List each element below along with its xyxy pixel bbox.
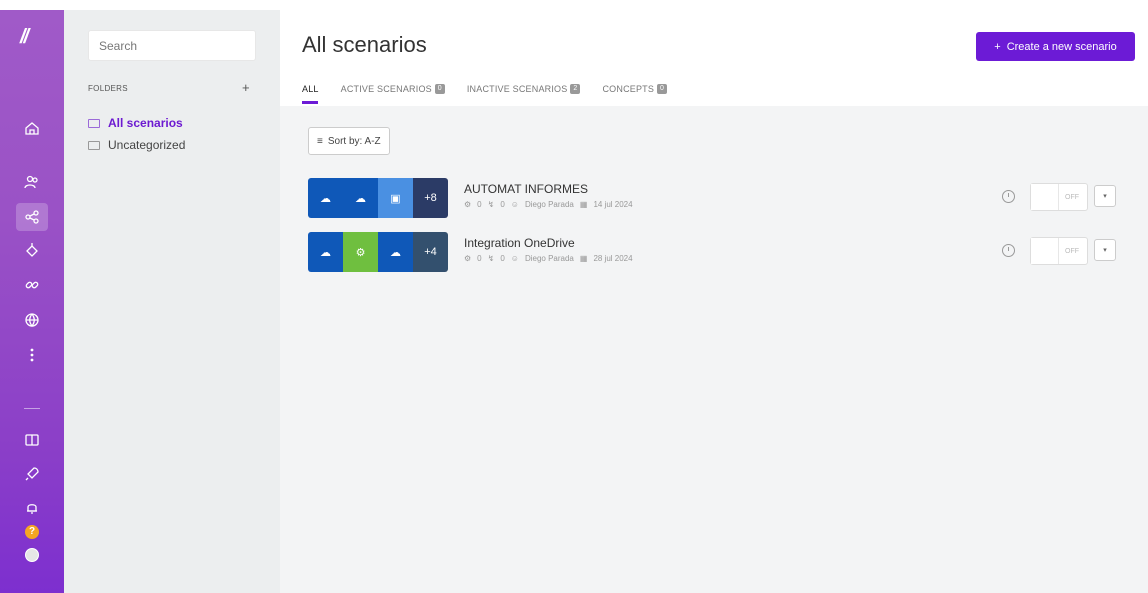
toggle-knob <box>1031 238 1059 264</box>
folder-item-all-scenarios[interactable]: All scenarios <box>88 116 183 130</box>
toggle-state: OFF <box>1065 193 1079 201</box>
operations-count: 0 <box>477 254 482 263</box>
tab-label: ACTIVE SCENARIOS <box>340 84 432 94</box>
docs-book-icon[interactable] <box>16 426 48 454</box>
transfer-count: 0 <box>500 254 505 263</box>
home-icon[interactable] <box>16 114 48 142</box>
onedrive-icon: ☁ <box>308 232 343 272</box>
chevron-down-icon: ▾ <box>1103 247 1107 254</box>
more-apps-count: +8 <box>413 178 448 218</box>
tools-gear-icon: ⚙ <box>343 232 378 272</box>
nav-rail: // ? <box>0 10 64 593</box>
scenarios-icon[interactable] <box>16 203 48 231</box>
more-apps-count: +4 <box>413 232 448 272</box>
folder-icon <box>88 140 100 150</box>
rail-divider <box>24 408 40 409</box>
page-title: All scenarios <box>302 32 427 57</box>
connections-icon[interactable] <box>16 271 48 299</box>
folder-label: All scenarios <box>108 116 183 130</box>
help-icon[interactable]: ? <box>25 525 39 539</box>
operations-count: 0 <box>477 200 482 209</box>
sort-button[interactable]: ≡ Sort by: A-Z <box>308 127 390 155</box>
bell-icon[interactable] <box>16 494 48 522</box>
team-icon[interactable] <box>16 168 48 196</box>
webhooks-icon[interactable] <box>16 306 48 334</box>
app-frame: // ? Search FOLDERS + All scenarios Unca… <box>0 10 1148 593</box>
scenario-meta: ⚙ 0 ↯ 0 ☺ Diego Parada ▦ 14 jul 2024 <box>464 200 633 209</box>
sort-icon: ≡ <box>317 135 323 147</box>
user-icon: ☺ <box>510 200 519 209</box>
scenario-date: 14 jul 2024 <box>593 200 633 209</box>
folder-open-icon <box>88 118 100 128</box>
calendar-icon: ▦ <box>579 254 588 263</box>
tab-label: ALL <box>302 84 319 94</box>
scenario-app-icons: ☁ ⚙ ☁ +4 <box>308 232 448 272</box>
folder-item-uncategorized[interactable]: Uncategorized <box>88 138 185 152</box>
scenario-options-button[interactable]: ▾ <box>1094 185 1116 207</box>
google-docs-icon: ▣ <box>378 178 413 218</box>
main-content: All scenarios + Create a new scenario AL… <box>280 10 1148 593</box>
tab-concepts[interactable]: CONCEPTS 0 <box>602 84 668 104</box>
scenario-tabs: ALL ACTIVE SCENARIOS 0 INACTIVE SCENARIO… <box>302 84 668 104</box>
create-scenario-button[interactable]: + Create a new scenario <box>976 32 1135 61</box>
folders-panel: Search FOLDERS + All scenarios Uncategor… <box>64 10 280 593</box>
onedrive-icon: ☁ <box>308 178 343 218</box>
folders-header: FOLDERS <box>88 84 128 93</box>
onedrive-icon: ☁ <box>343 178 378 218</box>
tab-label: INACTIVE SCENARIOS <box>466 84 568 94</box>
rocket-icon[interactable] <box>16 460 48 488</box>
toggle-knob <box>1031 184 1059 210</box>
tab-inactive-scenarios[interactable]: INACTIVE SCENARIOS 2 <box>467 84 581 104</box>
user-icon: ☺ <box>510 254 519 263</box>
scenario-meta: ⚙ 0 ↯ 0 ☺ Diego Parada ▦ 28 jul 2024 <box>464 254 633 263</box>
calendar-icon: ▦ <box>579 200 588 209</box>
scenario-app-icons: ☁ ☁ ▣ +8 <box>308 178 448 218</box>
transfer-count: 0 <box>500 200 505 209</box>
more-vertical-icon[interactable] <box>16 341 48 369</box>
search-input[interactable]: Search <box>88 30 256 61</box>
transfer-icon: ↯ <box>487 200 495 209</box>
tab-count-badge: 2 <box>570 84 581 94</box>
scenario-options-button[interactable]: ▾ <box>1094 239 1116 261</box>
scenario-name[interactable]: Integration OneDrive <box>464 236 575 250</box>
avatar[interactable] <box>25 548 39 562</box>
tab-label: CONCEPTS <box>602 84 655 94</box>
toggle-state: OFF <box>1065 247 1079 255</box>
sort-label: Sort by: A-Z <box>327 135 381 147</box>
tab-active-scenarios[interactable]: ACTIVE SCENARIOS 0 <box>341 84 445 104</box>
scenario-owner: Diego Parada <box>524 200 574 209</box>
operations-icon: ⚙ <box>464 254 472 263</box>
scenario-row[interactable]: ☁ ☁ ▣ +8 AUTOMAT INFORMES ⚙ 0 ↯ 0 ☺ Diego P… <box>308 178 1118 218</box>
onedrive-icon: ☁ <box>378 232 413 272</box>
add-folder-button[interactable]: + <box>242 80 250 95</box>
scenario-toggle[interactable]: OFF <box>1030 183 1088 211</box>
make-logo[interactable]: // <box>20 26 46 48</box>
tab-count-badge: 0 <box>434 84 445 94</box>
tab-all[interactable]: ALL <box>302 84 319 104</box>
plus-icon: + <box>994 40 1001 53</box>
schedule-clock-icon[interactable] <box>1002 190 1015 203</box>
scenario-name[interactable]: AUTOMAT INFORMES <box>464 182 588 196</box>
scenario-date: 28 jul 2024 <box>593 254 633 263</box>
tab-count-badge: 0 <box>657 84 668 94</box>
chevron-down-icon: ▾ <box>1103 193 1107 200</box>
scenario-toggle[interactable]: OFF <box>1030 237 1088 265</box>
schedule-clock-icon[interactable] <box>1002 244 1015 257</box>
main-header: All scenarios + Create a new scenario AL… <box>280 10 1148 106</box>
folder-label: Uncategorized <box>108 138 186 152</box>
transfer-icon: ↯ <box>487 254 495 263</box>
create-scenario-label: Create a new scenario <box>1006 40 1117 53</box>
operations-icon: ⚙ <box>464 200 472 209</box>
scenario-row[interactable]: ☁ ⚙ ☁ +4 Integration OneDrive ⚙ 0 ↯ 0 ☺ Die… <box>308 232 1118 272</box>
templates-icon[interactable] <box>16 236 48 264</box>
scenario-owner: Diego Parada <box>524 254 574 263</box>
